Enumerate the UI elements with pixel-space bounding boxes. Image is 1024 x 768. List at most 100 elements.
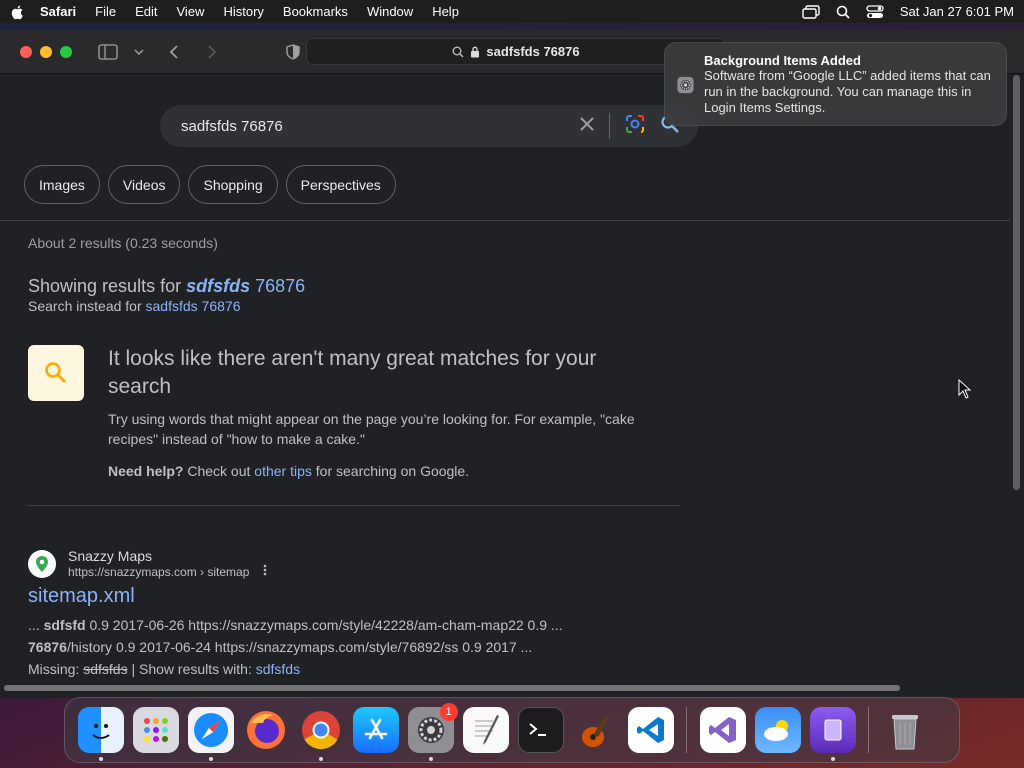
weather-icon[interactable] [754,707,801,753]
menu-edit[interactable]: Edit [135,4,157,19]
privacy-shield-icon[interactable] [286,43,300,60]
forward-arrow-icon[interactable] [206,44,218,60]
minimize-window-button[interactable] [40,45,52,58]
search-instead: Search instead for sadfsfds 76876 [28,298,240,314]
app-store-icon[interactable] [352,707,399,753]
chrome-icon[interactable] [298,707,344,761]
terminal-icon[interactable] [517,707,564,753]
safari-window: sadfsfds 76876 sadfsfds 76876 Images Vid… [0,30,1024,698]
address-bar-text: sadfsfds 76876 [486,44,580,59]
tip-divider [28,505,680,506]
search-result: Snazzy Maps https://snazzymaps.com › sit… [28,548,688,680]
map-pin-icon [28,549,56,578]
mouse-cursor-icon [958,379,972,399]
running-indicator [428,757,433,761]
menu-bookmarks[interactable]: Bookmarks [283,4,348,19]
safari-icon[interactable] [187,707,234,761]
trash-icon[interactable] [882,707,928,753]
missing-label: Missing: [28,661,84,677]
chip-shopping[interactable]: Shopping [188,165,278,204]
menu-history[interactable]: History [223,4,263,19]
menubar-clock[interactable]: Sat Jan 27 6:01 PM [900,4,1014,19]
help-post: for searching on Google. [311,463,470,479]
snippet-bold-2: 76876 [28,639,67,655]
spotlight-search-icon[interactable] [836,5,850,19]
corrected-rest: 76876 [250,276,306,296]
magnifier-icon [45,362,67,384]
chip-perspectives[interactable]: Perspectives [285,165,396,204]
dock-separator [868,707,869,753]
menu-app-name[interactable]: Safari [40,4,76,19]
dock: 1 [64,697,960,763]
tip-help: Need help? Check out other tips for sear… [108,463,469,479]
back-arrow-icon[interactable] [168,44,180,60]
visual-studio-icon[interactable] [699,707,746,753]
firefox-icon[interactable] [243,707,289,753]
zoom-window-button[interactable] [60,45,72,58]
google-lens-icon[interactable] [624,113,646,139]
running-indicator [318,757,323,761]
screen-mirroring-icon[interactable] [802,4,820,19]
other-tips-link[interactable]: other tips [254,463,312,479]
help-pre: Check out [183,463,255,479]
tip-title: It looks like there aren't many great ma… [108,347,597,398]
google-search-box[interactable]: sadfsfds 76876 [160,105,698,147]
snippet-bold-1: sdfsfd [43,617,86,633]
dock-separator [686,707,687,753]
simulator-icon[interactable] [809,707,856,761]
menu-file[interactable]: File [95,4,116,19]
chip-videos[interactable]: Videos [107,165,181,204]
running-indicator [830,757,835,761]
corrected-query-link[interactable]: sdfsfds 76876 [186,276,305,296]
textedit-icon[interactable] [462,707,509,753]
tip-body: Try using words that might appear on the… [108,411,635,447]
notification-title: Background Items Added [703,53,861,68]
result-title-link[interactable]: sitemap.xml [28,585,688,608]
original-query-link[interactable]: sadfsfds 76876 [146,298,241,314]
system-settings-gear-icon [677,76,694,94]
google-results-page: sadfsfds 76876 Images Videos Shopping Pe… [0,75,1010,698]
running-indicator [208,757,213,761]
more-options-icon[interactable] [263,564,267,579]
close-window-button[interactable] [20,45,32,58]
chip-images[interactable]: Images [24,165,100,204]
menu-view[interactable]: View [177,4,205,19]
launchpad-icon[interactable] [132,707,179,753]
result-snippet: ... sdfsfd 0.9 2017-06-26 https://snazzy… [28,614,688,680]
window-controls [20,45,72,58]
menu-window[interactable]: Window [367,4,413,19]
background-items-notification[interactable]: Background Items Added Software from “Go… [664,42,1007,126]
system-settings-icon[interactable]: 1 [407,703,458,761]
lock-icon [471,46,480,57]
show-with-label: | Show results with: [127,661,256,677]
notification-badge: 1 [439,703,458,721]
notification-body: Software from “Google LLC” added items t… [703,68,991,115]
clear-icon[interactable] [579,116,595,136]
apple-logo-icon[interactable] [10,4,26,20]
menu-bar: Safari File Edit View History Bookmarks … [0,0,1024,23]
control-center-icon[interactable] [866,4,884,19]
result-site-name: Snazzy Maps [68,548,153,564]
result-source[interactable]: Snazzy Maps https://snazzymaps.com › sit… [28,548,688,579]
menu-help[interactable]: Help [432,4,459,19]
chevron-down-icon[interactable] [134,48,144,56]
tip-box [28,345,84,401]
snippet-line-1: 0.9 2017-06-26 https://snazzymaps.com/st… [85,617,563,633]
snippet-prefix: ... [28,617,44,633]
result-stats: About 2 results (0.23 seconds) [28,235,218,251]
address-bar[interactable]: sadfsfds 76876 [306,38,726,65]
corrected-term: sdfsfds [186,276,251,296]
garageband-icon[interactable] [573,707,619,753]
show-results-with-link[interactable]: sdfsfds [256,661,300,677]
vertical-scrollbar[interactable] [1013,75,1020,490]
search-query-input[interactable]: sadfsfds 76876 [181,118,579,135]
finder-icon[interactable] [77,707,124,761]
snippet-line-2: /history 0.9 2017-06-24 https://snazzyma… [66,639,533,655]
running-indicator [98,757,103,761]
search-filter-chips: Images Videos Shopping Perspectives [24,165,396,204]
horizontal-scrollbar[interactable] [4,685,900,691]
sidebar-toggle-icon[interactable] [98,43,118,60]
vscode-icon[interactable] [627,707,674,753]
search-icon [452,46,464,58]
showing-prefix: Showing results for [28,276,187,296]
